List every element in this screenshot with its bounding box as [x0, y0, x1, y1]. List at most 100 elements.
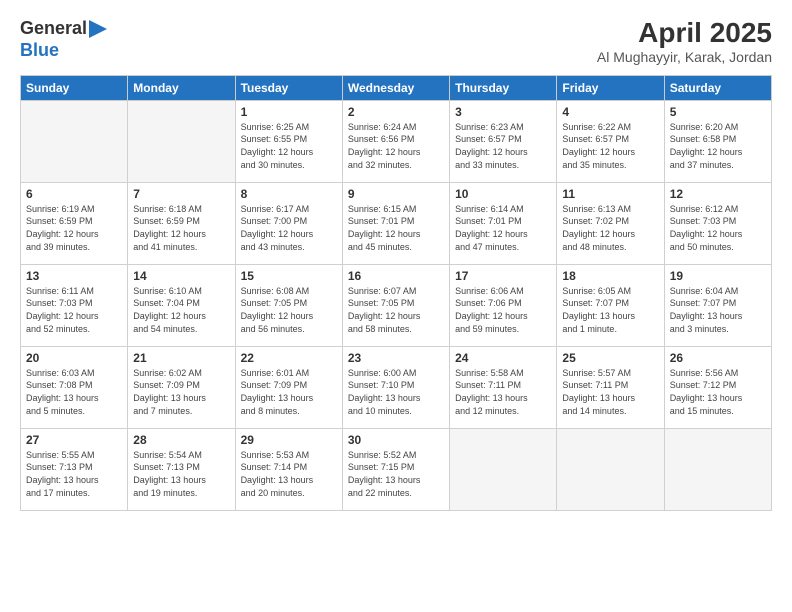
day-info: Sunrise: 6:07 AM Sunset: 7:05 PM Dayligh…: [348, 285, 444, 335]
day-cell: 25 Sunrise: 5:57 AM Sunset: 7:11 PM Dayli…: [557, 346, 664, 428]
day-number: 21: [133, 351, 229, 365]
day-info: Sunrise: 6:05 AM Sunset: 7:07 PM Dayligh…: [562, 285, 658, 335]
day-cell: [128, 100, 235, 182]
day-cell: [450, 428, 557, 510]
day-info: Sunrise: 6:17 AM Sunset: 7:00 PM Dayligh…: [241, 203, 337, 253]
day-cell: 21Sunrise: 6:02 AM Sunset: 7:09 PM Dayli…: [128, 346, 235, 428]
day-number: 16: [348, 269, 444, 283]
day-cell: 16 Sunrise: 6:07 AM Sunset: 7:05 PM Dayli…: [342, 264, 449, 346]
day-cell: 28 Sunrise: 5:54 AM Sunset: 7:13 PM Dayli…: [128, 428, 235, 510]
day-cell: 2 Sunrise: 6:24 AM Sunset: 6:56 PM Daylig…: [342, 100, 449, 182]
day-info: Sunrise: 6:01 AM Sunset: 7:09 PM Dayligh…: [241, 367, 337, 417]
day-info: Sunrise: 6:20 AM Sunset: 6:58 PM Dayligh…: [670, 121, 766, 171]
day-info: Sunrise: 6:03 AM Sunset: 7:08 PM Dayligh…: [26, 367, 122, 417]
day-cell: 29Sunrise: 5:53 AM Sunset: 7:14 PM Dayli…: [235, 428, 342, 510]
day-number: 23: [348, 351, 444, 365]
day-number: 29: [241, 433, 337, 447]
day-info: Sunrise: 5:58 AM Sunset: 7:11 PM Dayligh…: [455, 367, 551, 417]
day-info: Sunrise: 6:15 AM Sunset: 7:01 PM Dayligh…: [348, 203, 444, 253]
day-cell: 22 Sunrise: 6:01 AM Sunset: 7:09 PM Dayli…: [235, 346, 342, 428]
day-info: Sunrise: 6:08 AM Sunset: 7:05 PM Dayligh…: [241, 285, 337, 335]
day-number: 24: [455, 351, 551, 365]
day-info: Sunrise: 6:14 AM Sunset: 7:01 PM Dayligh…: [455, 203, 551, 253]
day-cell: 14Sunrise: 6:10 AM Sunset: 7:04 PM Dayli…: [128, 264, 235, 346]
day-number: 18: [562, 269, 658, 283]
calendar-title: April 2025: [597, 18, 772, 49]
day-cell: 8Sunrise: 6:17 AM Sunset: 7:00 PM Daylig…: [235, 182, 342, 264]
day-info: Sunrise: 5:56 AM Sunset: 7:12 PM Dayligh…: [670, 367, 766, 417]
day-info: Sunrise: 5:54 AM Sunset: 7:13 PM Dayligh…: [133, 449, 229, 499]
calendar-page: General Blue April 2025 Al Mughayyir, Ka…: [0, 0, 792, 612]
day-number: 2: [348, 105, 444, 119]
day-number: 30: [348, 433, 444, 447]
day-cell: 30 Sunrise: 5:52 AM Sunset: 7:15 PM Dayli…: [342, 428, 449, 510]
day-cell: 10 Sunrise: 6:14 AM Sunset: 7:01 PM Dayli…: [450, 182, 557, 264]
day-cell: 9 Sunrise: 6:15 AM Sunset: 7:01 PM Daylig…: [342, 182, 449, 264]
calendar-table: Sunday Monday Tuesday Wednesday Thursday…: [20, 75, 772, 511]
day-cell: [21, 100, 128, 182]
day-cell: 4Sunrise: 6:22 AM Sunset: 6:57 PM Daylig…: [557, 100, 664, 182]
day-cell: 13 Sunrise: 6:11 AM Sunset: 7:03 PM Dayli…: [21, 264, 128, 346]
day-cell: [664, 428, 771, 510]
day-number: 20: [26, 351, 122, 365]
day-info: Sunrise: 6:13 AM Sunset: 7:02 PM Dayligh…: [562, 203, 658, 253]
week-row-3: 20 Sunrise: 6:03 AM Sunset: 7:08 PM Dayli…: [21, 346, 772, 428]
col-wednesday: Wednesday: [342, 75, 449, 100]
day-number: 5: [670, 105, 766, 119]
day-info: Sunrise: 6:18 AM Sunset: 6:59 PM Dayligh…: [133, 203, 229, 253]
day-cell: 23 Sunrise: 6:00 AM Sunset: 7:10 PM Dayli…: [342, 346, 449, 428]
col-monday: Monday: [128, 75, 235, 100]
day-info: Sunrise: 5:57 AM Sunset: 7:11 PM Dayligh…: [562, 367, 658, 417]
week-row-4: 27Sunrise: 5:55 AM Sunset: 7:13 PM Dayli…: [21, 428, 772, 510]
day-number: 22: [241, 351, 337, 365]
col-friday: Friday: [557, 75, 664, 100]
day-number: 3: [455, 105, 551, 119]
day-number: 25: [562, 351, 658, 365]
day-cell: [557, 428, 664, 510]
day-cell: 3 Sunrise: 6:23 AM Sunset: 6:57 PM Daylig…: [450, 100, 557, 182]
title-block: April 2025 Al Mughayyir, Karak, Jordan: [597, 18, 772, 65]
day-cell: 1 Sunrise: 6:25 AM Sunset: 6:55 PM Daylig…: [235, 100, 342, 182]
day-info: Sunrise: 6:22 AM Sunset: 6:57 PM Dayligh…: [562, 121, 658, 171]
week-row-1: 6Sunrise: 6:19 AM Sunset: 6:59 PM Daylig…: [21, 182, 772, 264]
logo: General Blue: [20, 18, 107, 61]
day-info: Sunrise: 6:24 AM Sunset: 6:56 PM Dayligh…: [348, 121, 444, 171]
header-row: Sunday Monday Tuesday Wednesday Thursday…: [21, 75, 772, 100]
day-number: 1: [241, 105, 337, 119]
day-number: 11: [562, 187, 658, 201]
day-cell: 12 Sunrise: 6:12 AM Sunset: 7:03 PM Dayli…: [664, 182, 771, 264]
day-cell: 20 Sunrise: 6:03 AM Sunset: 7:08 PM Dayli…: [21, 346, 128, 428]
day-cell: 17Sunrise: 6:06 AM Sunset: 7:06 PM Dayli…: [450, 264, 557, 346]
col-saturday: Saturday: [664, 75, 771, 100]
day-cell: 7 Sunrise: 6:18 AM Sunset: 6:59 PM Daylig…: [128, 182, 235, 264]
day-number: 19: [670, 269, 766, 283]
day-info: Sunrise: 5:52 AM Sunset: 7:15 PM Dayligh…: [348, 449, 444, 499]
day-info: Sunrise: 6:11 AM Sunset: 7:03 PM Dayligh…: [26, 285, 122, 335]
calendar-subtitle: Al Mughayyir, Karak, Jordan: [597, 49, 772, 65]
day-number: 10: [455, 187, 551, 201]
day-info: Sunrise: 6:12 AM Sunset: 7:03 PM Dayligh…: [670, 203, 766, 253]
day-number: 12: [670, 187, 766, 201]
day-cell: 27Sunrise: 5:55 AM Sunset: 7:13 PM Dayli…: [21, 428, 128, 510]
day-cell: 15Sunrise: 6:08 AM Sunset: 7:05 PM Dayli…: [235, 264, 342, 346]
day-info: Sunrise: 6:00 AM Sunset: 7:10 PM Dayligh…: [348, 367, 444, 417]
day-number: 7: [133, 187, 229, 201]
day-number: 9: [348, 187, 444, 201]
day-info: Sunrise: 6:04 AM Sunset: 7:07 PM Dayligh…: [670, 285, 766, 335]
day-cell: 26 Sunrise: 5:56 AM Sunset: 7:12 PM Dayli…: [664, 346, 771, 428]
day-info: Sunrise: 5:55 AM Sunset: 7:13 PM Dayligh…: [26, 449, 122, 499]
day-number: 13: [26, 269, 122, 283]
col-tuesday: Tuesday: [235, 75, 342, 100]
day-info: Sunrise: 6:10 AM Sunset: 7:04 PM Dayligh…: [133, 285, 229, 335]
day-cell: 18 Sunrise: 6:05 AM Sunset: 7:07 PM Dayli…: [557, 264, 664, 346]
day-number: 28: [133, 433, 229, 447]
col-sunday: Sunday: [21, 75, 128, 100]
day-info: Sunrise: 6:23 AM Sunset: 6:57 PM Dayligh…: [455, 121, 551, 171]
day-cell: 24 Sunrise: 5:58 AM Sunset: 7:11 PM Dayli…: [450, 346, 557, 428]
day-cell: 11 Sunrise: 6:13 AM Sunset: 7:02 PM Dayli…: [557, 182, 664, 264]
day-number: 26: [670, 351, 766, 365]
day-info: Sunrise: 6:19 AM Sunset: 6:59 PM Dayligh…: [26, 203, 122, 253]
header: General Blue April 2025 Al Mughayyir, Ka…: [20, 18, 772, 65]
day-number: 17: [455, 269, 551, 283]
day-info: Sunrise: 6:25 AM Sunset: 6:55 PM Dayligh…: [241, 121, 337, 171]
